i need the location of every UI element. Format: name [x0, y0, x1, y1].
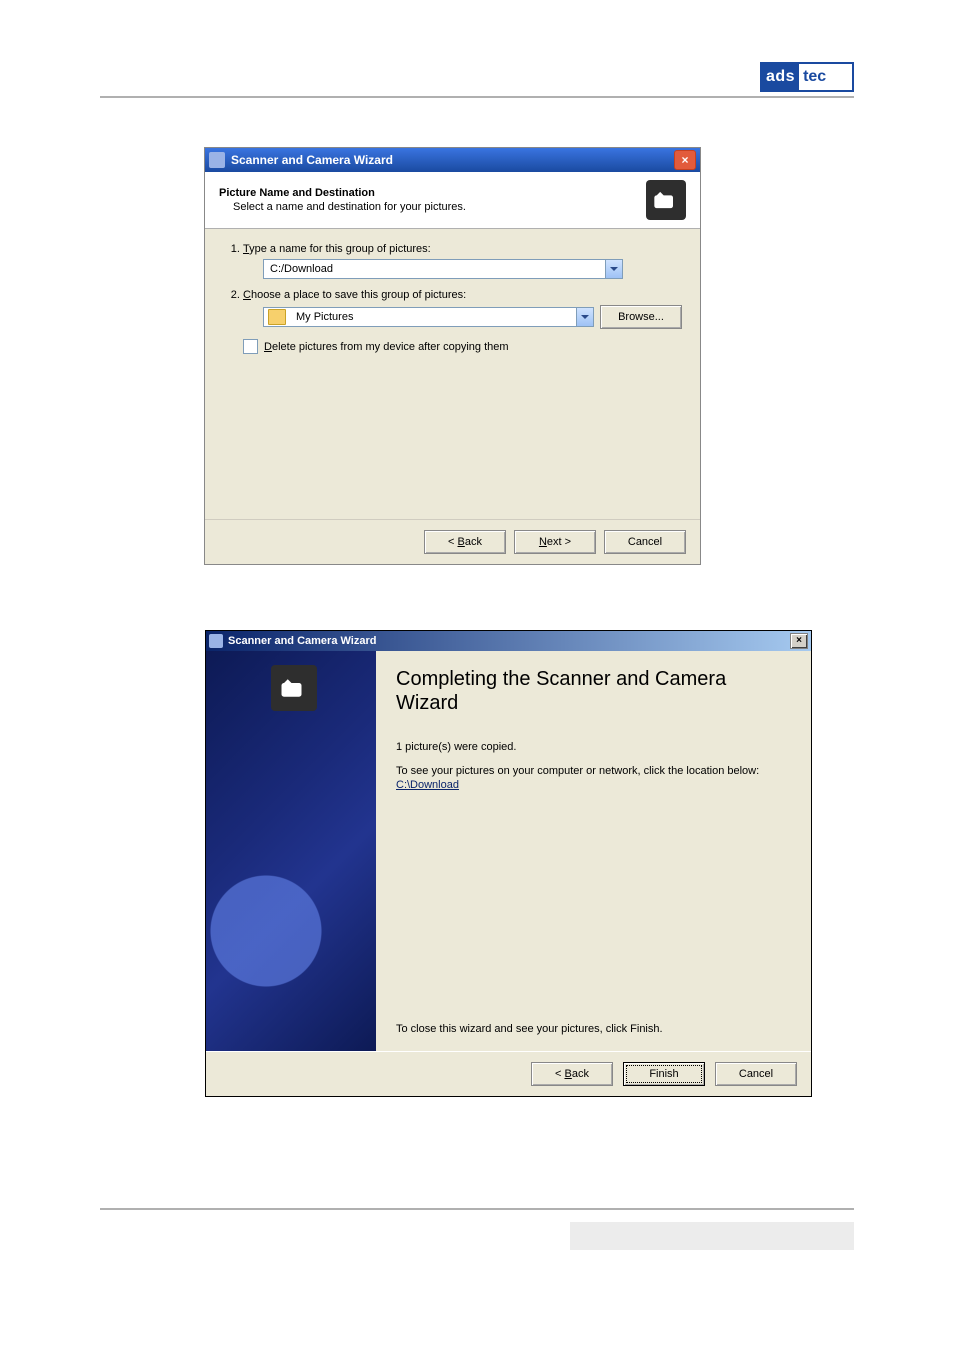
brand-logo-right: tec: [799, 64, 830, 90]
back-button-label: < Back: [448, 536, 482, 548]
picture-name-combo[interactable]: C:/Download: [263, 259, 623, 279]
cancel-button[interactable]: Cancel: [604, 530, 686, 554]
dialog1-header-subtitle: Select a name and destination for your p…: [233, 201, 646, 213]
dialog1-footer: < Back Next > Cancel: [205, 519, 700, 564]
save-location-value: My Pictures: [290, 311, 576, 323]
chevron-down-icon: [610, 267, 618, 271]
dialog1-title: Scanner and Camera Wizard: [231, 153, 674, 167]
dialog2-footer: < Back Finish Cancel: [206, 1051, 811, 1096]
delete-after-copy-checkbox[interactable]: [243, 339, 258, 354]
finish-button-label: Finish: [649, 1068, 678, 1080]
finish-button[interactable]: Finish: [623, 1062, 705, 1086]
wizard-complete-dialog: Scanner and Camera Wizard × Completing t…: [205, 630, 812, 1097]
close-icon: ×: [681, 154, 688, 166]
brand-logo-left: ads: [762, 64, 799, 90]
brand-logo: ads tec: [760, 62, 854, 92]
wizard-camera-icon: [271, 665, 317, 711]
next-button-label: Next >: [539, 536, 571, 548]
dialog2-heading: Completing the Scanner and Camera Wizard: [396, 667, 791, 715]
close-button[interactable]: ×: [674, 150, 696, 170]
camera-app-icon: [209, 634, 223, 648]
chevron-down-icon: [581, 315, 589, 319]
step2-label: Choose a place to save this group of pic…: [243, 289, 466, 301]
picture-name-value: C:/Download: [264, 263, 605, 275]
footer-bar: [570, 1222, 854, 1250]
browse-button[interactable]: Browse...: [600, 305, 682, 329]
save-location-combo[interactable]: My Pictures: [263, 307, 594, 327]
copied-count-line: 1 picture(s) were copied.: [396, 741, 791, 753]
dialog1-header-title: Picture Name and Destination: [219, 187, 646, 199]
dialog1-body: Type a name for this group of pictures: …: [205, 229, 700, 519]
back-button[interactable]: < Back: [424, 530, 506, 554]
dialog1-titlebar[interactable]: Scanner and Camera Wizard ×: [205, 148, 700, 172]
header-divider: [100, 96, 854, 98]
folder-icon: [268, 309, 286, 325]
wizard-camera-icon: [646, 180, 686, 220]
delete-after-copy-label: Delete pictures from my device after cop…: [264, 341, 509, 353]
close-wizard-line: To close this wizard and see your pictur…: [396, 1023, 791, 1035]
close-button[interactable]: ×: [790, 633, 808, 649]
back-button-label: < Back: [555, 1068, 589, 1080]
download-location-link[interactable]: C:\Download: [396, 779, 791, 791]
dialog1-header-panel: Picture Name and Destination Select a na…: [205, 172, 700, 229]
cancel-button-label: Cancel: [628, 536, 662, 548]
browse-button-label: Browse...: [618, 311, 664, 323]
dialog2-titlebar[interactable]: Scanner and Camera Wizard ×: [206, 631, 811, 651]
dialog2-main: Completing the Scanner and Camera Wizard…: [376, 651, 811, 1051]
next-button[interactable]: Next >: [514, 530, 596, 554]
back-button[interactable]: < Back: [531, 1062, 613, 1086]
wizard-side-banner: [206, 651, 376, 1051]
cancel-button[interactable]: Cancel: [715, 1062, 797, 1086]
save-location-dropdown-button[interactable]: [576, 308, 593, 326]
wizard-name-destination-dialog: Scanner and Camera Wizard × Picture Name…: [205, 148, 700, 564]
cancel-button-label: Cancel: [739, 1068, 773, 1080]
see-pictures-line: To see your pictures on your computer or…: [396, 765, 791, 777]
close-icon: ×: [796, 636, 802, 646]
footer-divider: [100, 1208, 854, 1210]
picture-name-dropdown-button[interactable]: [605, 260, 622, 278]
camera-app-icon: [209, 152, 225, 168]
step1-label: Type a name for this group of pictures:: [243, 243, 431, 255]
dialog2-title: Scanner and Camera Wizard: [228, 635, 790, 647]
